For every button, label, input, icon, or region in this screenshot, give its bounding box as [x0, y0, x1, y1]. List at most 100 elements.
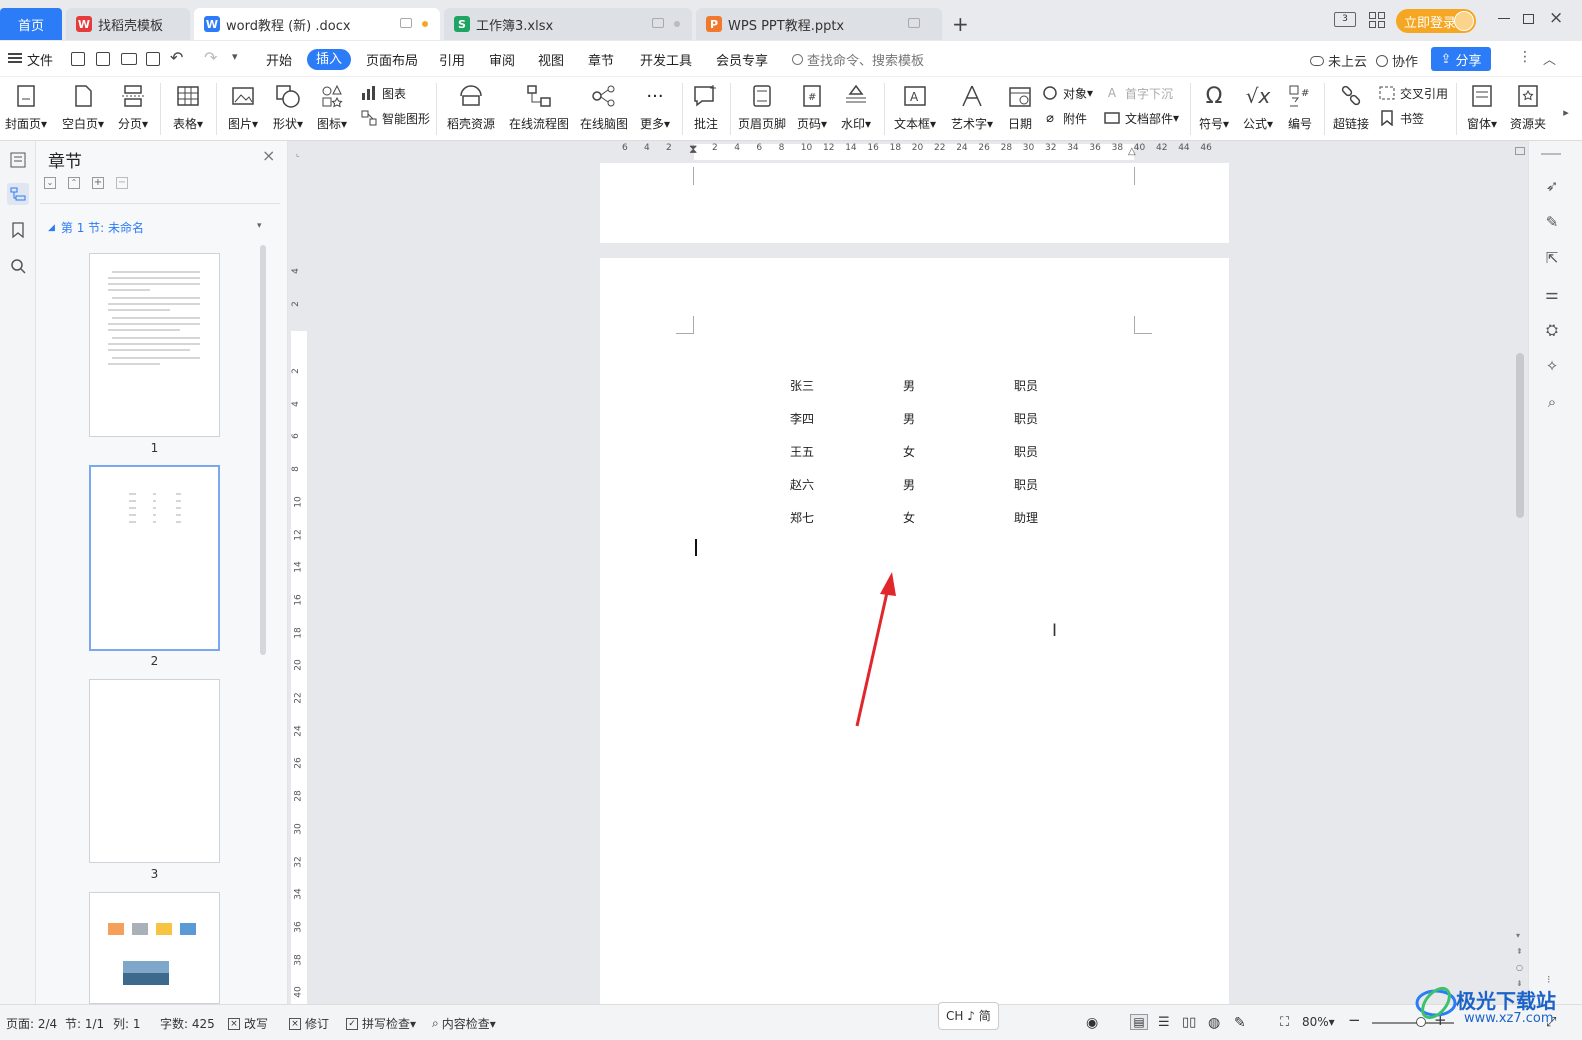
- section-menu-icon[interactable]: ▾: [257, 221, 262, 231]
- layout-switch-icon[interactable]: 3: [1334, 12, 1356, 27]
- collab-button[interactable]: 协作: [1376, 51, 1418, 70]
- apps-grid-icon[interactable]: [1369, 12, 1385, 28]
- date-button[interactable]: 日期: [1004, 81, 1036, 132]
- document-scrollbar[interactable]: ▾ ⇞ ○ ⇟: [1512, 141, 1528, 1004]
- zoom-out-button[interactable]: −: [1348, 1011, 1361, 1029]
- wordart-button[interactable]: 艺术字▾: [948, 81, 996, 132]
- cell-name[interactable]: 张三: [790, 377, 814, 394]
- pen-icon[interactable]: ✎: [1541, 211, 1563, 233]
- maximize-button[interactable]: [1523, 14, 1534, 24]
- indent-marker-icon[interactable]: ⧗: [689, 142, 697, 157]
- redo-icon[interactable]: ↷: [204, 48, 217, 67]
- watermark-button[interactable]: 水印▾: [838, 81, 874, 132]
- track-changes-toggle[interactable]: × 修订: [289, 1015, 329, 1032]
- new-tab-button[interactable]: +: [952, 12, 969, 36]
- select-browse-icon[interactable]: ○: [1516, 963, 1523, 972]
- numbering-button[interactable]: # 编号: [1284, 81, 1316, 132]
- fit-page-icon[interactable]: ⛶: [1280, 1015, 1289, 1030]
- page-thumbnail-4[interactable]: [89, 892, 220, 1004]
- docer-resource-button[interactable]: 稻壳资源: [444, 81, 498, 132]
- page-thumbnail-1[interactable]: [89, 253, 220, 437]
- reading-view-icon[interactable]: ▯▯: [1182, 1015, 1196, 1030]
- cell-name[interactable]: 赵六: [790, 476, 814, 493]
- attachment-button[interactable]: ⌀ 附件: [1041, 109, 1087, 127]
- cell-role[interactable]: 职员: [1014, 443, 1038, 460]
- ime-indicator[interactable]: CH ♪ 简: [938, 1002, 999, 1030]
- tab-word-doc[interactable]: W word教程 (新) .docx: [194, 8, 440, 40]
- close-panel-icon[interactable]: ×: [262, 146, 275, 165]
- print-icon[interactable]: [121, 53, 137, 65]
- expand-all-icon[interactable]: ⌄: [44, 177, 56, 189]
- cell-name[interactable]: 王五: [790, 443, 814, 460]
- page-thumbnail-2[interactable]: [89, 465, 220, 651]
- status-section[interactable]: 节: 1/1: [65, 1015, 104, 1032]
- doc-parts-button[interactable]: 文档部件 ▾: [1103, 109, 1179, 127]
- cell-gender[interactable]: 女: [903, 509, 915, 526]
- web-view-icon[interactable]: ◍: [1208, 1015, 1220, 1031]
- menu-review[interactable]: 审阅: [489, 50, 515, 69]
- tab-docer-templates[interactable]: W 找稻壳模板: [66, 8, 190, 40]
- pin-icon[interactable]: [908, 18, 920, 28]
- write-mode-icon[interactable]: ✎: [1234, 1015, 1246, 1031]
- ribbon-scroll-right-icon[interactable]: ▸: [1558, 99, 1574, 125]
- minimize-button[interactable]: [1498, 18, 1510, 19]
- scroll-down-icon[interactable]: ▾: [1516, 931, 1520, 940]
- cell-role[interactable]: 职员: [1014, 377, 1038, 394]
- bookmark-nav-icon[interactable]: [7, 219, 29, 241]
- page-view-icon[interactable]: ▤: [1130, 1014, 1148, 1030]
- cell-role[interactable]: 职员: [1014, 410, 1038, 427]
- resource-folder-button[interactable]: 资源夹: [1506, 81, 1550, 132]
- page-number-button[interactable]: # 页码▾: [794, 81, 830, 132]
- cell-role[interactable]: 助理: [1014, 509, 1038, 526]
- menu-references[interactable]: 引用: [439, 50, 465, 69]
- smartart-button[interactable]: 智能图形: [360, 109, 430, 127]
- formula-button[interactable]: √x 公式▾: [1240, 81, 1276, 132]
- remove-section-icon[interactable]: −: [116, 177, 128, 189]
- tab-ppt[interactable]: P WPS PPT教程.pptx: [696, 8, 942, 40]
- document-page-2[interactable]: 张三 男 职员 李四 男 职员 王五 女 职员 赵六 男 职员 郑七 女 助理 …: [600, 258, 1229, 1004]
- vertical-ruler[interactable]: 4 2 2 4 6 8 10 12 14 16 18 20 22 24 26 28 30 32 34 36 38 40: [288, 163, 310, 1011]
- online-flowchart-button[interactable]: 在线流程图: [508, 81, 570, 132]
- pin-icon[interactable]: [652, 18, 664, 28]
- header-footer-button[interactable]: 页眉页脚: [736, 81, 788, 132]
- picture-button[interactable]: 图片▾: [224, 81, 262, 132]
- form-window-button[interactable]: 窗体▾: [1462, 81, 1502, 132]
- select-cursor-icon[interactable]: ⇱: [1541, 247, 1563, 269]
- cell-name[interactable]: 郑七: [790, 509, 814, 526]
- horizontal-ruler[interactable]: ⌞ 6 4 2 2 4 6 8 10 12 14 16 18 20 22 24 26 28 30 32 34 36 38 4…: [288, 141, 1528, 163]
- menu-page-layout[interactable]: 页面布局: [366, 50, 418, 69]
- hyperlink-button[interactable]: 超链接: [1330, 81, 1372, 132]
- chart-button[interactable]: 图表: [360, 84, 406, 102]
- right-indent-marker-icon[interactable]: △: [1128, 146, 1136, 157]
- cell-name[interactable]: 李四: [790, 410, 814, 427]
- status-page[interactable]: 页面: 2/4: [6, 1015, 57, 1032]
- cell-gender[interactable]: 男: [903, 476, 915, 493]
- tab-excel[interactable]: S 工作簿3.xlsx: [444, 8, 692, 40]
- spell-check-toggle[interactable]: ✓ 拼写检查 ▾: [346, 1015, 416, 1032]
- quick-access-dropdown-icon[interactable]: ▾: [232, 50, 238, 63]
- menu-member[interactable]: 会员专享: [716, 50, 768, 69]
- section-header[interactable]: ◢ 第 1 节: 未命名: [48, 219, 144, 236]
- image-tool-icon[interactable]: ⛭: [1541, 319, 1563, 341]
- outline-view-icon[interactable]: ☰: [1158, 1015, 1170, 1030]
- rocket-icon[interactable]: ➶: [1541, 175, 1563, 197]
- cover-page-button[interactable]: 封面页▾: [2, 81, 50, 132]
- prev-page-icon[interactable]: ⇞: [1516, 947, 1523, 956]
- cell-gender[interactable]: 女: [903, 443, 915, 460]
- hamburger-icon[interactable]: [8, 53, 22, 63]
- command-search[interactable]: 查找命令、搜索模板: [792, 50, 924, 69]
- menu-chapter[interactable]: 章节: [588, 50, 614, 69]
- page-break-button[interactable]: 分页▾: [114, 81, 152, 132]
- cloud-status[interactable]: 未上云: [1310, 51, 1367, 70]
- outline-icon[interactable]: [7, 149, 29, 171]
- overwrite-toggle[interactable]: × 改写: [228, 1015, 268, 1032]
- login-button[interactable]: 立即登录: [1396, 9, 1476, 33]
- status-column[interactable]: 列: 1: [113, 1015, 141, 1032]
- table-button[interactable]: 表格▾: [168, 81, 208, 132]
- export-pdf-icon[interactable]: [96, 52, 110, 66]
- menu-developer[interactable]: 开发工具: [640, 50, 692, 69]
- zoom-level[interactable]: 80% ▾: [1302, 1015, 1335, 1029]
- collapse-all-icon[interactable]: ⌃: [68, 177, 80, 189]
- find-icon[interactable]: [7, 255, 29, 277]
- scrollbar-top-icon[interactable]: [1515, 147, 1525, 155]
